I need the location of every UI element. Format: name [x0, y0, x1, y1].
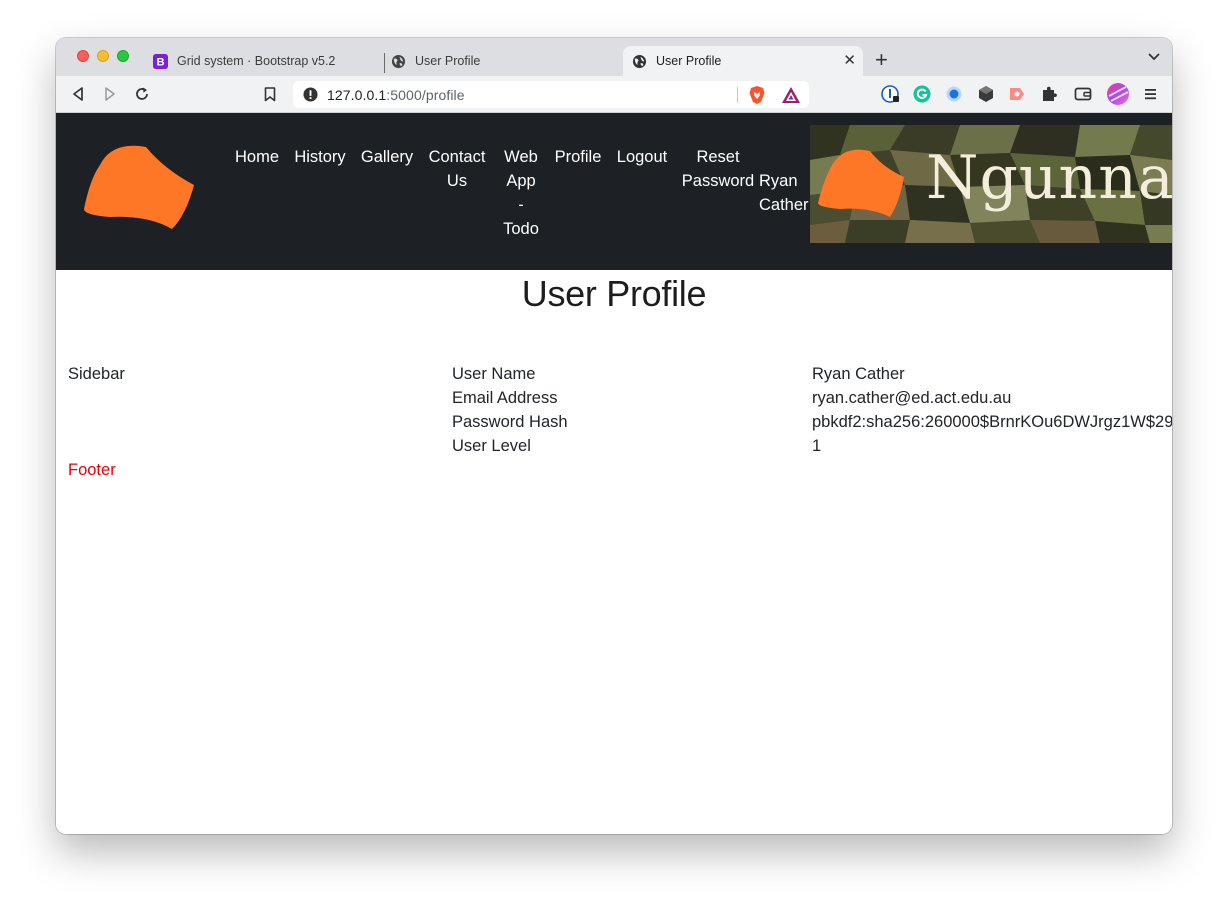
cube-extension-icon[interactable] — [976, 84, 996, 104]
profile-label-username: User Name — [452, 365, 536, 383]
bootstrap-icon: B — [153, 53, 168, 69]
profile-label-email: Email Address — [452, 389, 558, 407]
nav-contact-line: Contact — [428, 148, 486, 166]
profile-value-password-hash: pbkdf2:sha256:260000$BrnrKOu6DWJrgz1W$29 — [812, 413, 1172, 431]
banner-title: Ngunnawal — [926, 143, 1172, 213]
svg-text:B: B — [156, 56, 164, 68]
brave-rewards-icon[interactable] — [781, 86, 801, 104]
record-extension-icon[interactable] — [1007, 84, 1027, 104]
profile-value-user-level: 1 — [812, 437, 822, 455]
extensions-puzzle-icon[interactable] — [1039, 84, 1059, 104]
site-info-icon[interactable] — [303, 87, 318, 102]
url-path: :5000/profile — [386, 87, 465, 103]
globe-icon — [391, 54, 406, 68]
profile-label-password-hash: Password Hash — [452, 413, 568, 431]
nav-contact-line: Us — [446, 172, 468, 190]
globe-icon — [632, 54, 647, 68]
nav-logout-link[interactable]: Logout — [613, 145, 671, 169]
tab-user-profile[interactable]: User Profile — [391, 46, 623, 76]
zoom-window-button[interactable] — [117, 50, 129, 62]
back-icon[interactable] — [69, 85, 87, 103]
sidebar-label: Sidebar — [68, 365, 125, 383]
menu-icon[interactable] — [1141, 84, 1161, 104]
new-tab-icon[interactable]: + — [875, 49, 888, 71]
brave-shields-icon[interactable] — [748, 85, 766, 105]
footer: Footer — [68, 461, 116, 479]
page-title: User Profile — [521, 273, 707, 314]
nav-webapp-line: App — [506, 172, 536, 190]
nav-user-line: Ryan — [759, 172, 798, 190]
close-tab-icon[interactable]: ✕ — [843, 53, 856, 68]
nav-webapp-line: Web — [504, 148, 538, 166]
forward-icon[interactable] — [101, 85, 119, 103]
profile-value-email: ryan.cather@ed.act.edu.au — [812, 389, 1012, 407]
site-logo[interactable] — [82, 143, 196, 231]
url-divider — [737, 87, 738, 103]
tab-label: User Profile — [415, 54, 481, 68]
nav-user-line: Cather — [759, 196, 809, 214]
web-page: Home History Gallery Contact Us Web App … — [56, 113, 1172, 834]
nav-home-link[interactable]: Home — [231, 145, 283, 169]
url-text: 127.0.0.1:5000/profile — [327, 87, 465, 103]
nav-gallery-link[interactable]: Gallery — [359, 145, 415, 169]
reload-icon[interactable] — [133, 85, 151, 103]
browser-toolbar: 127.0.0.1:5000/profile — [56, 76, 1172, 113]
nav-webapp-link[interactable]: Web App - Todo — [496, 145, 546, 241]
tab-strip: B Grid system · Bootstrap v5.2 User Prof… — [56, 38, 1172, 76]
nav-webapp-line: Todo — [503, 220, 539, 238]
bookmark-icon[interactable] — [261, 85, 279, 103]
browser-window: B Grid system · Bootstrap v5.2 User Prof… — [56, 38, 1172, 834]
nav-contact-link[interactable]: Contact Us — [425, 145, 489, 193]
tab-label: User Profile — [656, 54, 722, 68]
nav-profile-link[interactable]: Profile — [550, 145, 606, 169]
tab-divider — [384, 53, 385, 73]
nav-webapp-line: - — [518, 196, 524, 214]
address-bar[interactable]: 127.0.0.1:5000/profile — [293, 81, 809, 108]
chevron-down-icon[interactable] — [1148, 53, 1160, 61]
wallet-icon[interactable] — [1073, 84, 1093, 104]
site-navbar: Home History Gallery Contact Us Web App … — [56, 113, 1172, 270]
profile-label-user-level: User Level — [452, 437, 531, 455]
blue-dot-extension-icon[interactable] — [944, 84, 964, 104]
nav-reset-line: Reset — [696, 148, 740, 166]
avatar[interactable] — [1106, 82, 1130, 106]
grammarly-icon[interactable] — [912, 84, 932, 104]
nav-user-name: Ryan Cather — [759, 169, 809, 217]
tab-bootstrap[interactable]: B Grid system · Bootstrap v5.2 — [152, 46, 384, 76]
nav-reset-line: Password — [681, 172, 755, 190]
close-window-button[interactable] — [77, 50, 89, 62]
profile-value-username: Ryan Cather — [812, 365, 905, 383]
password-manager-icon[interactable] — [881, 84, 901, 104]
ngunnawal-banner: Ngunnawal — [810, 125, 1172, 243]
tab-label: Grid system · Bootstrap v5.2 — [177, 54, 336, 68]
nav-history-link[interactable]: History — [292, 145, 348, 169]
tab-user-profile-active[interactable]: User Profile ✕ — [623, 46, 863, 76]
url-host: 127.0.0.1 — [327, 87, 387, 103]
nav-reset-password-link[interactable]: Reset Password — [680, 145, 756, 193]
minimize-window-button[interactable] — [97, 50, 109, 62]
